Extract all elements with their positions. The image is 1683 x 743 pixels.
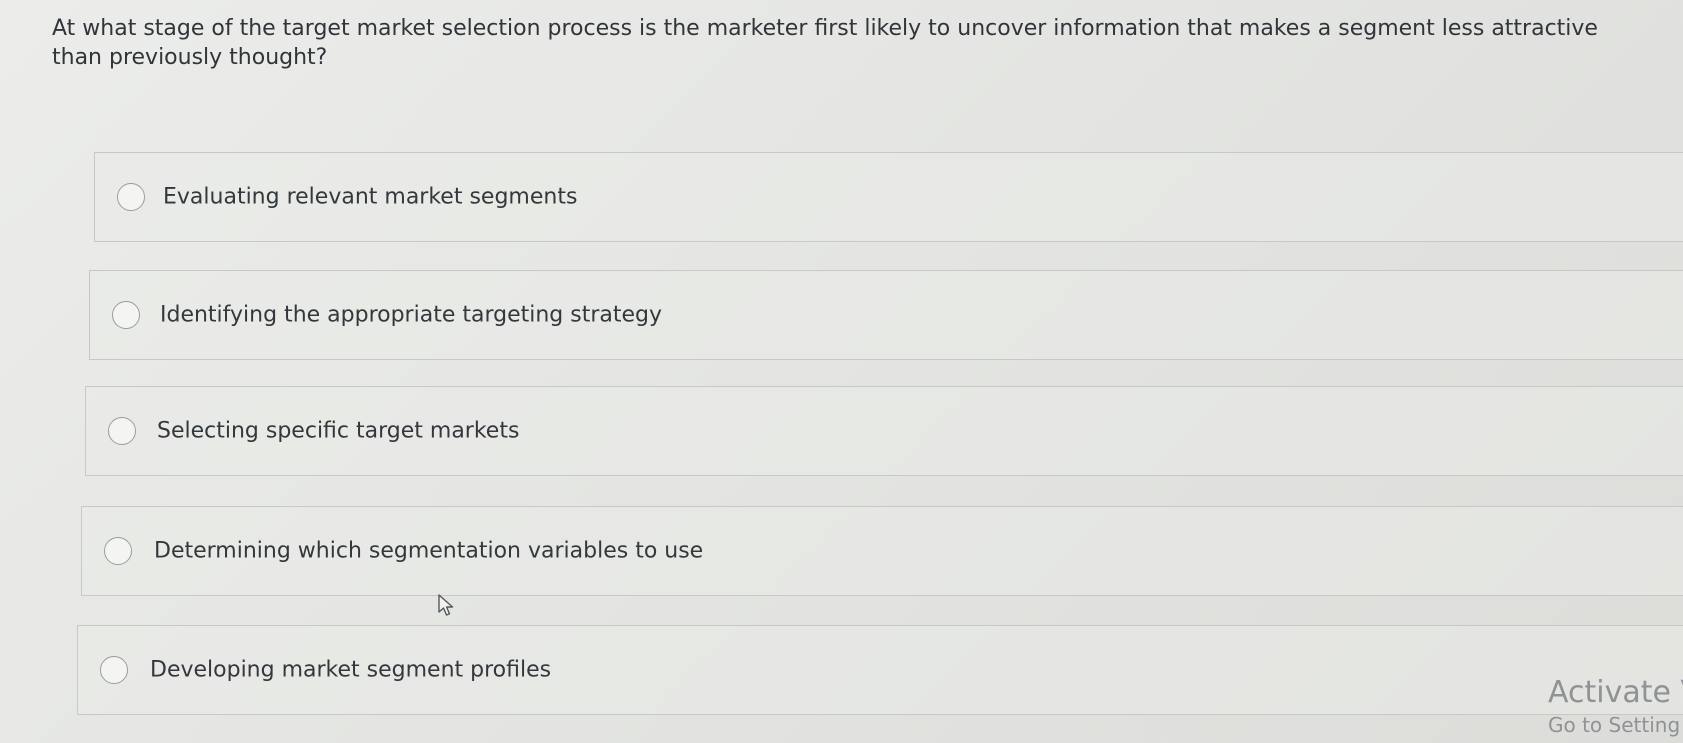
radio-button[interactable] [117,183,145,211]
answer-options: Evaluating relevant market segments Iden… [0,0,1683,743]
radio-button[interactable] [112,301,140,329]
option-evaluating-segments[interactable]: Evaluating relevant market segments [94,152,1683,242]
option-determining-variables[interactable]: Determining which segmentation variables… [81,506,1683,596]
option-label: Identifying the appropriate targeting st… [160,302,663,328]
option-selecting-markets[interactable]: Selecting specific target markets [85,386,1683,476]
option-developing-profiles[interactable]: Developing market segment profiles [77,625,1683,715]
radio-button[interactable] [108,417,136,445]
mouse-cursor-icon [438,594,454,616]
option-label: Determining which segmentation variables… [154,538,704,564]
option-identifying-strategy[interactable]: Identifying the appropriate targeting st… [89,270,1683,360]
option-label: Developing market segment profiles [150,657,552,683]
option-label: Selecting specific target markets [157,418,520,444]
radio-button[interactable] [100,656,128,684]
option-label: Evaluating relevant market segments [163,184,578,210]
radio-button[interactable] [104,537,132,565]
